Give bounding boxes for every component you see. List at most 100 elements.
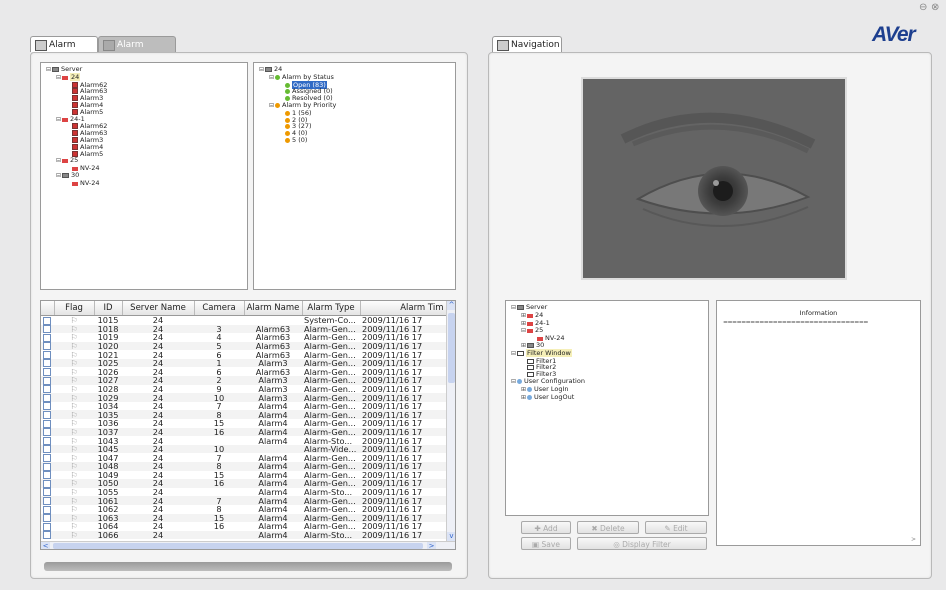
tree-node[interactable]: Alarm62	[45, 123, 243, 130]
flag-icon[interactable]: ⚐	[54, 342, 94, 351]
tree-node[interactable]: Alarm63	[45, 130, 243, 137]
flag-icon[interactable]: ⚐	[54, 436, 94, 445]
tab-navigation[interactable]: Navigation	[492, 36, 562, 52]
tree-node[interactable]: 3 (27)	[258, 123, 451, 130]
navigation-tree-panel[interactable]: ⊟ Server ⊞ 24 ⊞ 24-1 ⊟ 25 NV-24 ⊞ 30 ⊟ Filter Window…	[505, 300, 709, 516]
table-row[interactable]: ⚐ 1026 24 6 Alarm63 Alarm-Gen... 2009/11/16 17	[41, 367, 446, 377]
flag-icon[interactable]: ⚐	[54, 316, 94, 325]
scroll-left-icon[interactable]: <	[41, 542, 50, 549]
collapse-icon[interactable]: ⊟	[258, 66, 265, 74]
table-row[interactable]: ⚐ 1035 24 8 Alarm4 Alarm-Gen... 2009/11/16 17	[41, 410, 446, 420]
tree-node[interactable]: ⊟ Alarm by Priority	[258, 102, 451, 110]
table-row[interactable]: ⚐ 1055 24 Alarm4 Alarm-Sto... 2009/11/16 17	[41, 488, 446, 497]
collapse-icon[interactable]: ⊟	[55, 172, 62, 180]
table-row[interactable]: ⚐ 1029 24 10 Alarm3 Alarm-Gen... 2009/11/16 17	[41, 393, 446, 402]
tree-node[interactable]: ⊟ Alarm by Status	[258, 73, 451, 82]
table-row[interactable]: ⚐ 1047 24 7 Alarm4 Alarm-Gen... 2009/11/16 17	[41, 453, 446, 462]
flag-icon[interactable]: ⚐	[54, 367, 94, 376]
tree-node[interactable]: 5 (0)	[258, 137, 451, 144]
save-button[interactable]: ▣ Save	[521, 537, 571, 550]
collapse-icon[interactable]: ⊟	[55, 116, 62, 124]
column-header[interactable]: Flag	[54, 301, 95, 316]
information-scroll-right-icon[interactable]: >	[911, 536, 916, 543]
tree-node[interactable]: ⊟ 24-1	[45, 115, 243, 124]
tree-node[interactable]: NV-24	[45, 179, 243, 187]
flag-icon[interactable]: ⚐	[54, 479, 94, 488]
flag-icon[interactable]: ⚐	[54, 385, 94, 394]
scroll-right-icon[interactable]: >	[427, 542, 436, 549]
minimize-icon[interactable]: ⊖	[919, 2, 927, 13]
tree-node[interactable]: Alarm3	[45, 95, 243, 102]
table-row[interactable]: ⚐ 1066 24 Alarm4 Alarm-Sto... 2009/11/16 17	[41, 530, 446, 540]
vertical-scroll-thumb[interactable]	[448, 313, 455, 383]
expand-icon[interactable]: ⊞	[520, 394, 527, 402]
table-row[interactable]: ⚐ 1048 24 8 Alarm4 Alarm-Gen... 2009/11/16 17	[41, 462, 446, 471]
row-checkbox[interactable]	[41, 436, 54, 445]
flag-icon[interactable]: ⚐	[54, 496, 94, 505]
table-row[interactable]: ⚐ 1025 24 1 Alarm3 Alarm-Gen... 2009/11/16 17	[41, 358, 446, 368]
tab-alarm-search[interactable]: Alarm Search	[98, 36, 176, 66]
table-row[interactable]: ⚐ 1037 24 16 Alarm4 Alarm-Gen... 2009/11/16 17	[41, 427, 446, 437]
table-row[interactable]: ⚐ 1028 24 9 Alarm3 Alarm-Gen... 2009/11/16 17	[41, 385, 446, 394]
row-checkbox[interactable]	[41, 428, 54, 437]
horizontal-scroll-thumb[interactable]	[53, 543, 423, 549]
status-tree-panel[interactable]: ⊟ 24 ⊟ Alarm by Status Open (83) Assigned (0)…	[253, 62, 456, 290]
flag-icon[interactable]: ⚐	[54, 453, 94, 462]
table-row[interactable]: ⚐ 1021 24 6 Alarm63 Alarm-Gen... 2009/11/16 17	[41, 350, 446, 359]
scroll-up-icon[interactable]: ^	[447, 301, 455, 310]
flag-icon[interactable]: ⚐	[54, 410, 94, 419]
column-header[interactable]: Alarm Type	[302, 301, 361, 316]
display-filter-button[interactable]: ◎ Display Filter	[577, 537, 707, 550]
column-header[interactable]: Alarm Tim	[360, 301, 447, 316]
tree-node[interactable]: ⊞ User LogOut	[510, 393, 704, 402]
row-checkbox[interactable]	[41, 419, 54, 428]
tree-node[interactable]: 2 (0)	[258, 116, 451, 124]
row-checkbox[interactable]	[41, 367, 54, 377]
tree-node[interactable]: ⊟ 25	[45, 157, 243, 165]
flag-icon[interactable]: ⚐	[54, 505, 94, 514]
collapse-icon[interactable]: ⊟	[520, 328, 527, 335]
column-header[interactable]: Camera	[194, 301, 245, 316]
flag-icon[interactable]: ⚐	[54, 522, 94, 531]
vertical-scrollbar[interactable]: ^ v	[446, 301, 455, 541]
flag-icon[interactable]: ⚐	[54, 428, 94, 437]
flag-icon[interactable]: ⚐	[54, 488, 94, 497]
expand-icon[interactable]: ⊞	[520, 312, 527, 320]
tree-node[interactable]: Alarm3	[45, 137, 243, 144]
tree-node[interactable]: 4 (0)	[258, 130, 451, 137]
tab-alarm-live[interactable]: Alarm Live	[30, 36, 98, 66]
row-checkbox[interactable]	[41, 505, 54, 514]
table-row[interactable]: ⚐ 1045 24 10 Alarm-Vide... 2009/11/16 17	[41, 444, 446, 454]
row-checkbox[interactable]	[41, 462, 54, 471]
collapse-icon[interactable]: ⊟	[45, 66, 52, 74]
table-row[interactable]: ⚐ 1064 24 16 Alarm4 Alarm-Gen... 2009/11/16 17	[41, 522, 446, 531]
row-checkbox[interactable]	[41, 410, 54, 419]
table-row[interactable]: ⚐ 1061 24 7 Alarm4 Alarm-Gen... 2009/11/16 17	[41, 496, 446, 505]
flag-icon[interactable]: ⚐	[54, 359, 94, 368]
table-row[interactable]: ⚐ 1015 24 System-Co... 2009/11/16 17	[41, 316, 446, 325]
table-row[interactable]: ⚐ 1036 24 15 Alarm4 Alarm-Gen... 2009/11/16 17	[41, 419, 446, 428]
row-checkbox[interactable]	[41, 376, 54, 385]
flag-icon[interactable]: ⚐	[54, 325, 94, 334]
tree-node[interactable]: ⊟ 24	[45, 72, 243, 82]
table-row[interactable]: ⚐ 1049 24 15 Alarm4 Alarm-Gen... 2009/11/16 17	[41, 471, 446, 480]
add-button[interactable]: ✚ Add	[521, 521, 571, 534]
row-checkbox[interactable]	[41, 359, 54, 368]
collapse-icon[interactable]: ⊟	[268, 102, 275, 110]
tree-node[interactable]: Alarm4	[45, 143, 243, 151]
table-row[interactable]: ⚐ 1050 24 16 Alarm4 Alarm-Gen... 2009/11/16 17	[41, 479, 446, 488]
collapse-icon[interactable]: ⊟	[510, 378, 517, 386]
row-checkbox[interactable]	[41, 402, 54, 411]
table-row[interactable]: ⚐ 1020 24 5 Alarm63 Alarm-Gen... 2009/11/16 17	[41, 341, 446, 351]
alarm-table-panel[interactable]: Flag ID Server Name Camera Alarm Name Alarm T…	[40, 300, 456, 550]
flag-icon[interactable]: ⚐	[54, 531, 94, 540]
table-row[interactable]: ⚐ 1018 24 3 Alarm63 Alarm-Gen... 2009/11/16 17	[41, 324, 446, 334]
scroll-down-icon[interactable]: v	[447, 532, 455, 541]
tree-node[interactable]: Alarm4	[45, 102, 243, 109]
row-checkbox[interactable]	[41, 333, 54, 342]
flag-icon[interactable]: ⚐	[54, 402, 94, 411]
column-header[interactable]: Server Name	[122, 301, 195, 316]
row-checkbox[interactable]	[41, 325, 54, 334]
table-row[interactable]: ⚐ 1034 24 7 Alarm4 Alarm-Gen... 2009/11/16 17	[41, 402, 446, 411]
collapse-icon[interactable]: ⊟	[268, 74, 275, 82]
